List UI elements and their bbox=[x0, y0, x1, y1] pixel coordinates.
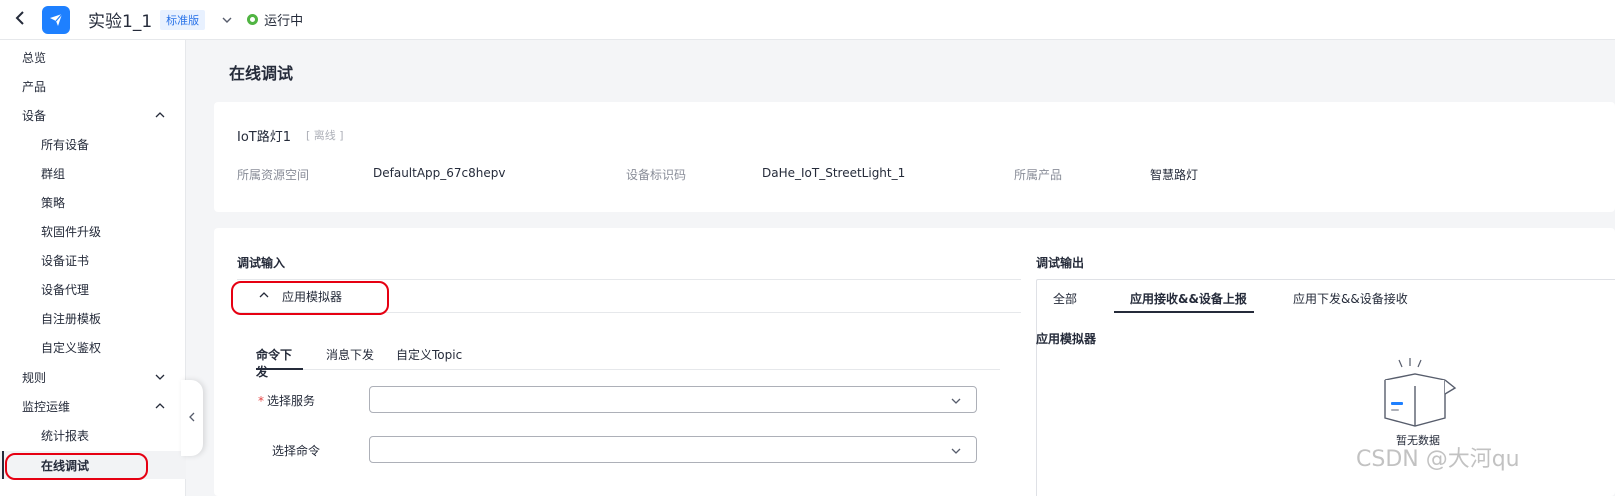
meta-value-resource-space: DefaultApp_67c8hepv bbox=[373, 166, 506, 180]
active-tab-underline bbox=[1114, 311, 1254, 313]
top-bar: 实验1_1 标准版 运行中 bbox=[0, 0, 1615, 40]
chevron-down-icon bbox=[950, 395, 962, 407]
tab-command[interactable]: 命令下发 bbox=[256, 346, 303, 379]
simulator-collapse-toggle[interactable]: 应用模拟器 bbox=[258, 288, 342, 305]
select-command-dropdown[interactable] bbox=[369, 436, 977, 463]
tab-output-all[interactable]: 全部 bbox=[1053, 290, 1077, 307]
chevron-down-icon[interactable] bbox=[221, 14, 233, 26]
debug-output-panel: 全部 应用接收&&设备上报 应用下发&&设备接收 bbox=[1036, 279, 1615, 496]
chevron-up-icon bbox=[258, 289, 270, 304]
edition-badge: 标准版 bbox=[160, 9, 206, 30]
tab-output-app-receive[interactable]: 应用接收&&设备上报 bbox=[1130, 290, 1247, 307]
app-title: 实验1_1 bbox=[88, 12, 153, 32]
meta-label-resource-space: 所属资源空间 bbox=[237, 168, 310, 182]
simulator-label: 应用模拟器 bbox=[282, 290, 343, 304]
select-service-dropdown[interactable] bbox=[369, 386, 977, 413]
sidebar-item-custom-auth[interactable]: 自定义鉴权 bbox=[0, 333, 186, 361]
tab-output-app-send[interactable]: 应用下发&&设备接收 bbox=[1293, 290, 1408, 307]
required-marker: * bbox=[258, 394, 264, 408]
device-info-card: IoT路灯1 [ 离线 ] 所属资源空间 DefaultApp_67c8hepv… bbox=[214, 102, 1615, 212]
select-service-label: * 选择服务 bbox=[258, 394, 316, 408]
sidebar-item-device-proxy[interactable]: 设备代理 bbox=[0, 275, 186, 303]
meta-label-product: 所属产品 bbox=[1014, 168, 1063, 182]
chevron-up-icon bbox=[154, 109, 166, 121]
output-section-label: 应用模拟器 bbox=[1036, 332, 1097, 346]
meta-label-device-id: 设备标识码 bbox=[626, 168, 687, 182]
app-logo-icon bbox=[42, 5, 70, 34]
tab-message[interactable]: 消息下发 bbox=[326, 346, 374, 370]
page-title: 在线调试 bbox=[229, 64, 294, 83]
meta-value-device-id: DaHe_IoT_StreetLight_1 bbox=[762, 166, 906, 180]
sidebar-item-firmware-upgrade[interactable]: 软固件升级 bbox=[0, 217, 186, 245]
sidebar-item-all-devices[interactable]: 所有设备 bbox=[0, 130, 186, 158]
sidebar-item-monitoring[interactable]: 监控运维 bbox=[0, 392, 186, 420]
device-status: [ 离线 ] bbox=[306, 129, 344, 142]
select-command-label: 选择命令 bbox=[272, 444, 321, 458]
chevron-left-icon bbox=[188, 411, 196, 426]
chevron-down-icon bbox=[950, 445, 962, 457]
sidebar-item-device-certificates[interactable]: 设备证书 bbox=[0, 246, 186, 274]
divider bbox=[237, 312, 1021, 313]
status-running-icon bbox=[247, 14, 259, 25]
status-text: 运行中 bbox=[264, 14, 304, 29]
sidebar-item-self-registration-template[interactable]: 自注册模板 bbox=[0, 304, 186, 332]
divider bbox=[237, 279, 1021, 280]
sidebar-item-policies[interactable]: 策略 bbox=[0, 188, 186, 216]
watermark: CSDN @大河qu bbox=[1356, 447, 1520, 472]
sidebar: 总览 产品 设备 所有设备 群组 策略 软固件升级 设备证书 设备代理 自注册模… bbox=[0, 40, 186, 496]
meta-value-product: 智慧路灯 bbox=[1150, 168, 1199, 182]
tab-custom-topic[interactable]: 自定义Topic bbox=[396, 346, 462, 370]
sidebar-item-statistics[interactable]: 统计报表 bbox=[0, 421, 186, 449]
sidebar-item-devices[interactable]: 设备 bbox=[0, 101, 186, 129]
sidebar-collapse-handle[interactable] bbox=[181, 380, 203, 456]
chevron-down-icon bbox=[154, 371, 166, 383]
input-tabs: 命令下发 消息下发 自定义Topic bbox=[256, 346, 1000, 379]
sidebar-item-products[interactable]: 产品 bbox=[0, 72, 186, 100]
back-arrow-icon[interactable] bbox=[14, 10, 30, 30]
device-name: IoT路灯1 bbox=[237, 130, 291, 145]
active-indicator bbox=[2, 451, 4, 479]
debug-output-title: 调试输出 bbox=[1036, 256, 1085, 270]
empty-box-icon bbox=[1379, 358, 1459, 430]
sidebar-item-online-debug[interactable]: 在线调试 bbox=[0, 451, 186, 479]
sidebar-item-rules[interactable]: 规则 bbox=[0, 363, 186, 391]
sidebar-item-overview[interactable]: 总览 bbox=[0, 43, 186, 71]
chevron-up-icon bbox=[154, 400, 166, 412]
sidebar-item-groups[interactable]: 群组 bbox=[0, 159, 186, 187]
debug-input-title: 调试输入 bbox=[237, 256, 286, 270]
